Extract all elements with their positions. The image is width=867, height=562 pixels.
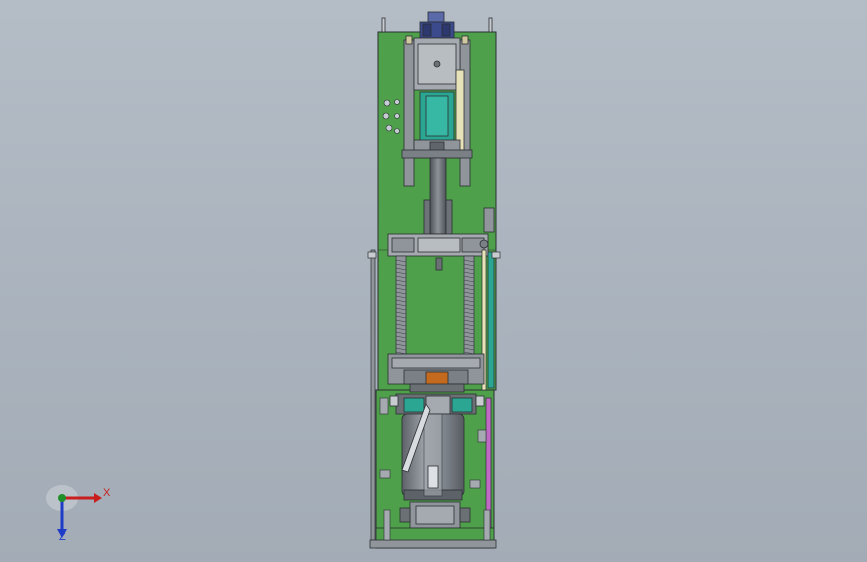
orientation-triad: X Z — [40, 480, 120, 550]
top-motor — [419, 11, 455, 39]
axis-z-label: Z — [59, 531, 66, 543]
axis-x-label: X — [103, 487, 111, 499]
cad-viewport[interactable]: X Z — [0, 0, 867, 562]
motor-mount — [389, 393, 485, 415]
gear-motor — [401, 403, 465, 501]
assembly-model[interactable] — [0, 0, 867, 562]
axis-y-dot — [58, 494, 66, 502]
